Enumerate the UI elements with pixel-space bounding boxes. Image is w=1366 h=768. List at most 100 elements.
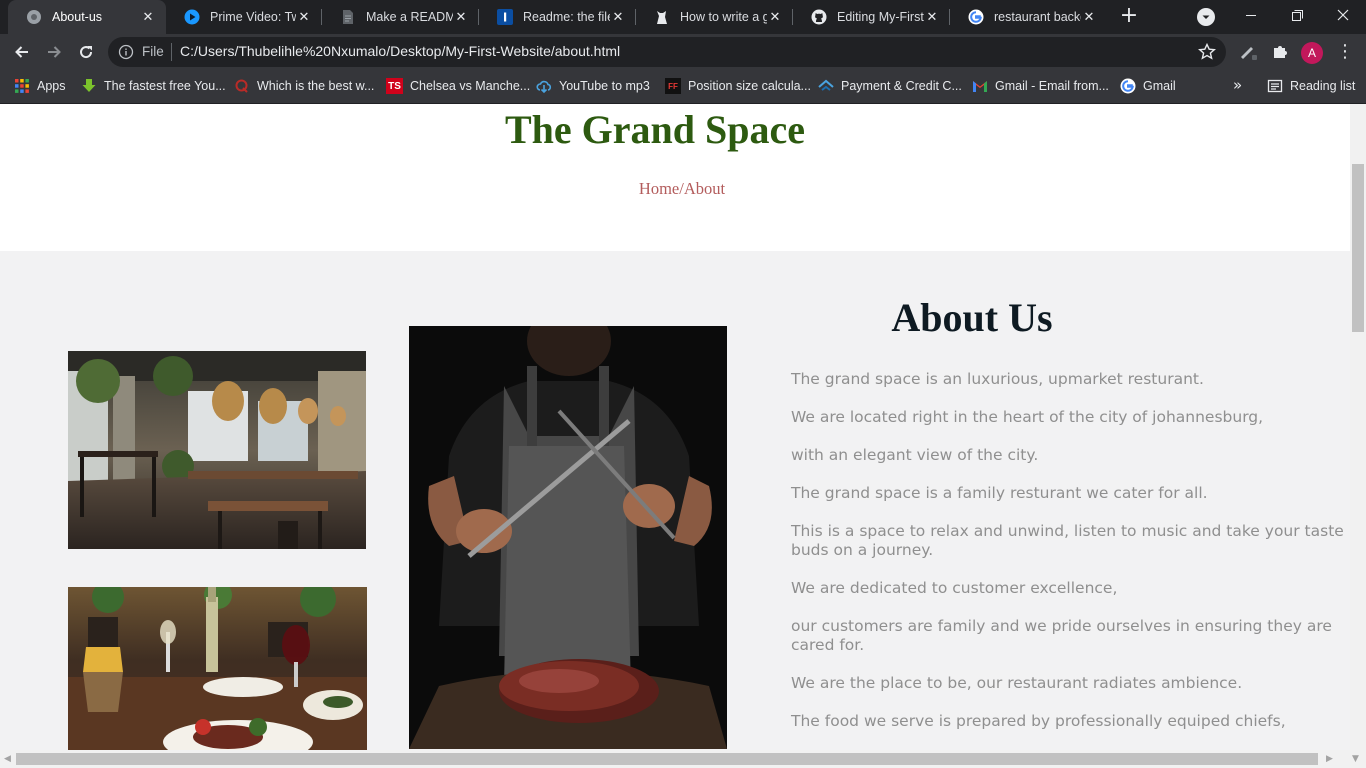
forward-button[interactable] [40, 38, 68, 66]
tab-title: About-us [52, 10, 103, 24]
profile-avatar[interactable]: A [1301, 42, 1323, 64]
tab-search-button[interactable] [1197, 8, 1215, 26]
ts-icon: TS [386, 78, 403, 94]
bookmark-payment[interactable]: Payment & Credit C... [818, 76, 962, 96]
bookmark-position-size[interactable]: FF Position size calcula... [665, 76, 811, 96]
steak-dinner-photo [68, 587, 367, 750]
bookmark-apps[interactable]: Apps [14, 76, 66, 96]
reading-list-button[interactable]: Reading list [1267, 76, 1355, 96]
tab-title: Readme: the file t [523, 10, 610, 24]
new-tab-button[interactable]: + [1116, 5, 1142, 29]
bookmark-label: YouTube to mp3 [559, 79, 650, 93]
bookmark-youtube-mp3[interactable]: YouTube to mp3 [536, 76, 650, 96]
scheme-label: File [142, 44, 164, 59]
horizontal-scroll-thumb[interactable] [16, 753, 1318, 765]
dog-icon [654, 9, 670, 25]
scroll-down-arrow-icon[interactable]: ▼ [1352, 754, 1362, 764]
tab-title: How to write a go [680, 10, 767, 24]
close-icon[interactable]: ✕ [924, 9, 940, 25]
google-icon [1120, 78, 1136, 94]
scroll-right-arrow-icon[interactable]: ▶ [1326, 754, 1336, 764]
tab-title: Editing My-First-W [837, 10, 924, 24]
close-icon[interactable]: ✕ [1081, 9, 1097, 25]
info-icon[interactable] [118, 44, 134, 60]
tab-prime-video[interactable]: Prime Video: Two ✕ [166, 0, 322, 34]
bookmark-label: Gmail - Email from... [995, 79, 1109, 93]
bookmark-label: Which is the best w... [257, 79, 375, 93]
tab-title: Prime Video: Two [210, 10, 296, 24]
apps-grid-icon [14, 78, 30, 94]
tab-strip: About-us ✕ Prime Video: Two ✕ Make a REA… [0, 0, 1366, 34]
reading-list-icon [1267, 78, 1283, 94]
close-icon[interactable]: ✕ [296, 9, 312, 25]
about-line: We are located right in the heart of the… [791, 408, 1264, 426]
readme-icon [497, 9, 513, 25]
menu-kebab-icon[interactable]: ⋮ [1336, 42, 1354, 62]
tab-editing-github[interactable]: Editing My-First-W ✕ [793, 0, 950, 34]
tab-readme-file[interactable]: Readme: the file t ✕ [479, 0, 636, 34]
bookmark-fastest-free[interactable]: The fastest free You... [81, 76, 226, 96]
reload-icon [80, 46, 93, 59]
close-icon[interactable]: ✕ [610, 9, 626, 25]
horizontal-scrollbar[interactable]: ◀ ▶ ▼ [0, 750, 1366, 768]
reading-list-label: Reading list [1290, 79, 1356, 93]
about-line: The food we serve is prepared by profess… [791, 712, 1286, 730]
globe-icon [26, 9, 42, 25]
payment-icon [818, 78, 834, 94]
pen-extension-icon[interactable] [1238, 42, 1258, 62]
bookmark-star-icon[interactable] [1197, 42, 1217, 62]
bookmark-label: Gmail [1143, 79, 1176, 93]
close-window-button[interactable] [1330, 4, 1356, 28]
about-line: The grand space is a family resturant we… [791, 484, 1208, 502]
close-icon[interactable]: ✕ [767, 9, 783, 25]
scroll-left-arrow-icon[interactable]: ◀ [4, 754, 14, 764]
breadcrumb[interactable]: Home/About [0, 179, 1350, 199]
restore-button[interactable] [1284, 4, 1310, 28]
tab-title: Make a README [366, 10, 453, 24]
url-text[interactable]: C:/Users/Thubelihle%20Nxumalo/Desktop/My… [180, 43, 620, 59]
restaurant-interior-photo [68, 351, 366, 549]
bookmark-gmail-email[interactable]: Gmail - Email from... [972, 76, 1109, 96]
vertical-scrollbar[interactable] [1350, 104, 1366, 750]
about-us-heading: About Us [891, 295, 1053, 340]
github-icon [811, 9, 827, 25]
gmail-icon [972, 78, 988, 94]
bookmark-label: Apps [37, 79, 66, 93]
tab-how-to-write[interactable]: How to write a go ✕ [636, 0, 793, 34]
cloud-download-icon [536, 78, 552, 94]
close-icon[interactable]: ✕ [453, 9, 469, 25]
reload-button[interactable] [72, 38, 100, 66]
about-line: We are the place to be, our restaurant r… [791, 674, 1243, 692]
bookmark-label: Chelsea vs Manche... [410, 79, 531, 93]
bookmark-which-is-best[interactable]: Which is the best w... [234, 76, 374, 96]
tab-restaurant-background[interactable]: restaurant backgr ✕ [950, 0, 1107, 34]
prime-video-icon [184, 9, 200, 25]
vertical-scroll-thumb[interactable] [1352, 164, 1364, 332]
about-line: The grand space is an luxurious, upmarke… [791, 370, 1204, 388]
about-line: We are dedicated to customer excellence, [791, 579, 1118, 597]
bookmark-label: The fastest free You... [104, 79, 226, 93]
address-bar[interactable]: File C:/Users/Thubelihle%20Nxumalo/Deskt… [108, 37, 1226, 67]
tab-about-us[interactable]: About-us ✕ [8, 0, 166, 34]
arrow-right-icon [48, 46, 61, 58]
quora-icon [234, 78, 250, 94]
back-button[interactable] [8, 38, 36, 66]
more-bookmarks-chevron-icon[interactable]: » [1233, 76, 1242, 94]
browser-toolbar: File C:/Users/Thubelihle%20Nxumalo/Deskt… [0, 34, 1366, 70]
about-us-text: The grand space is an luxurious, upmarke… [791, 370, 1350, 750]
puzzle-extensions-icon[interactable] [1270, 42, 1290, 62]
download-arrow-icon [81, 78, 97, 94]
about-line: our customers are family and we pride ou… [791, 617, 1332, 654]
page-header: The Grand Space Home/About [0, 104, 1350, 251]
chevron-down-icon [1202, 15, 1210, 19]
ff-icon: FF [665, 78, 681, 94]
google-icon [968, 9, 984, 25]
bookmark-gmail[interactable]: Gmail [1120, 76, 1176, 96]
close-icon[interactable]: ✕ [140, 9, 156, 25]
about-line: This is a space to relax and unwind, lis… [791, 522, 1344, 559]
arrow-left-icon [15, 46, 28, 58]
minimize-button[interactable] [1238, 4, 1264, 28]
tab-make-readme[interactable]: Make a README ✕ [322, 0, 479, 34]
bookmark-chelsea[interactable]: TS Chelsea vs Manche... [386, 76, 530, 96]
document-icon [340, 9, 356, 25]
